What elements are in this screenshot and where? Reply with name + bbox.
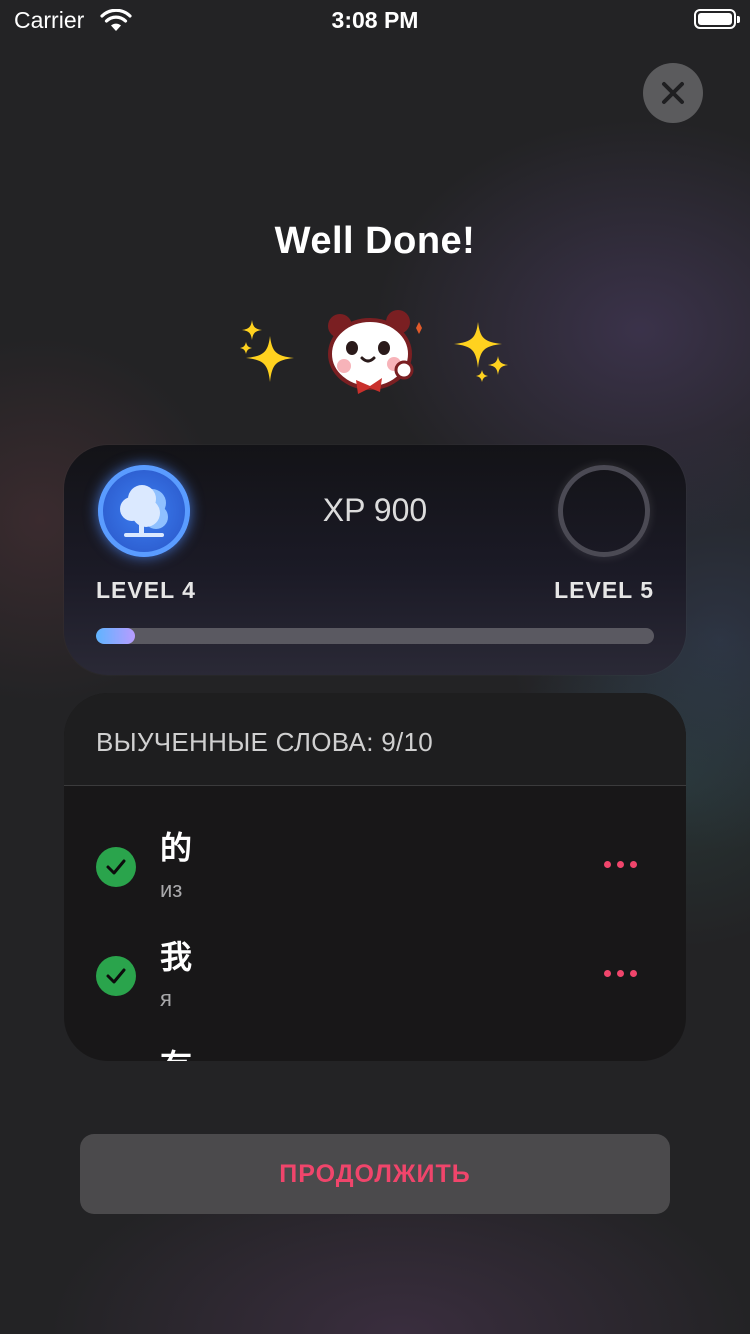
battery-icon — [694, 9, 740, 29]
list-item[interactable]: 我 я — [64, 918, 686, 1026]
page-title: Well Done! — [274, 220, 476, 262]
sparkles-icon — [240, 320, 294, 382]
current-level-label: LEVEL 4 — [96, 577, 196, 603]
clock: 3:08 PM — [331, 7, 419, 33]
learned-words-card: ВЫУЧЕННЫЕ СЛОВА: 9/10 的 из 我 я 有 — [64, 693, 686, 1061]
level-progress-fill — [96, 628, 136, 644]
sparkles-icon — [454, 322, 508, 382]
dot-icon — [617, 860, 624, 868]
more-options-button[interactable] — [604, 852, 644, 876]
dot-icon — [617, 969, 624, 977]
dot-icon — [630, 860, 637, 868]
word-text: 我 — [160, 938, 193, 976]
dot-icon — [630, 969, 637, 977]
list-item[interactable]: 的 из — [64, 809, 686, 917]
learned-words-header: ВЫУЧЕННЫЕ СЛОВА: 9/10 — [64, 693, 686, 786]
level-progress-card: XP 900 LEVEL 4 LEVEL 5 — [64, 445, 686, 675]
next-level-label: LEVEL 5 — [554, 577, 654, 603]
word-text: 的 — [160, 829, 193, 867]
learned-check-icon — [96, 847, 136, 887]
learned-words-title: ВЫУЧЕННЫЕ СЛОВА: 9/10 — [96, 727, 434, 757]
close-button[interactable] — [643, 63, 703, 123]
continue-button-label: ПРОДОЛЖИТЬ — [279, 1159, 471, 1188]
level-progress-bar — [96, 628, 654, 644]
word-translation: я — [160, 986, 172, 1011]
word-text: 有 — [160, 1041, 192, 1061]
dot-icon — [604, 860, 611, 868]
continue-button[interactable]: ПРОДОЛЖИТЬ — [80, 1134, 670, 1214]
status-bar: Carrier 3:08 PM — [0, 0, 750, 40]
next-level-badge — [558, 465, 650, 557]
learned-check-icon — [96, 956, 136, 996]
close-icon — [662, 82, 684, 104]
dot-icon — [604, 969, 611, 977]
more-options-button[interactable] — [604, 961, 644, 985]
panda-mascot-icon — [328, 310, 422, 394]
list-item[interactable]: 有 — [64, 1027, 686, 1061]
word-translation: из — [160, 877, 183, 902]
